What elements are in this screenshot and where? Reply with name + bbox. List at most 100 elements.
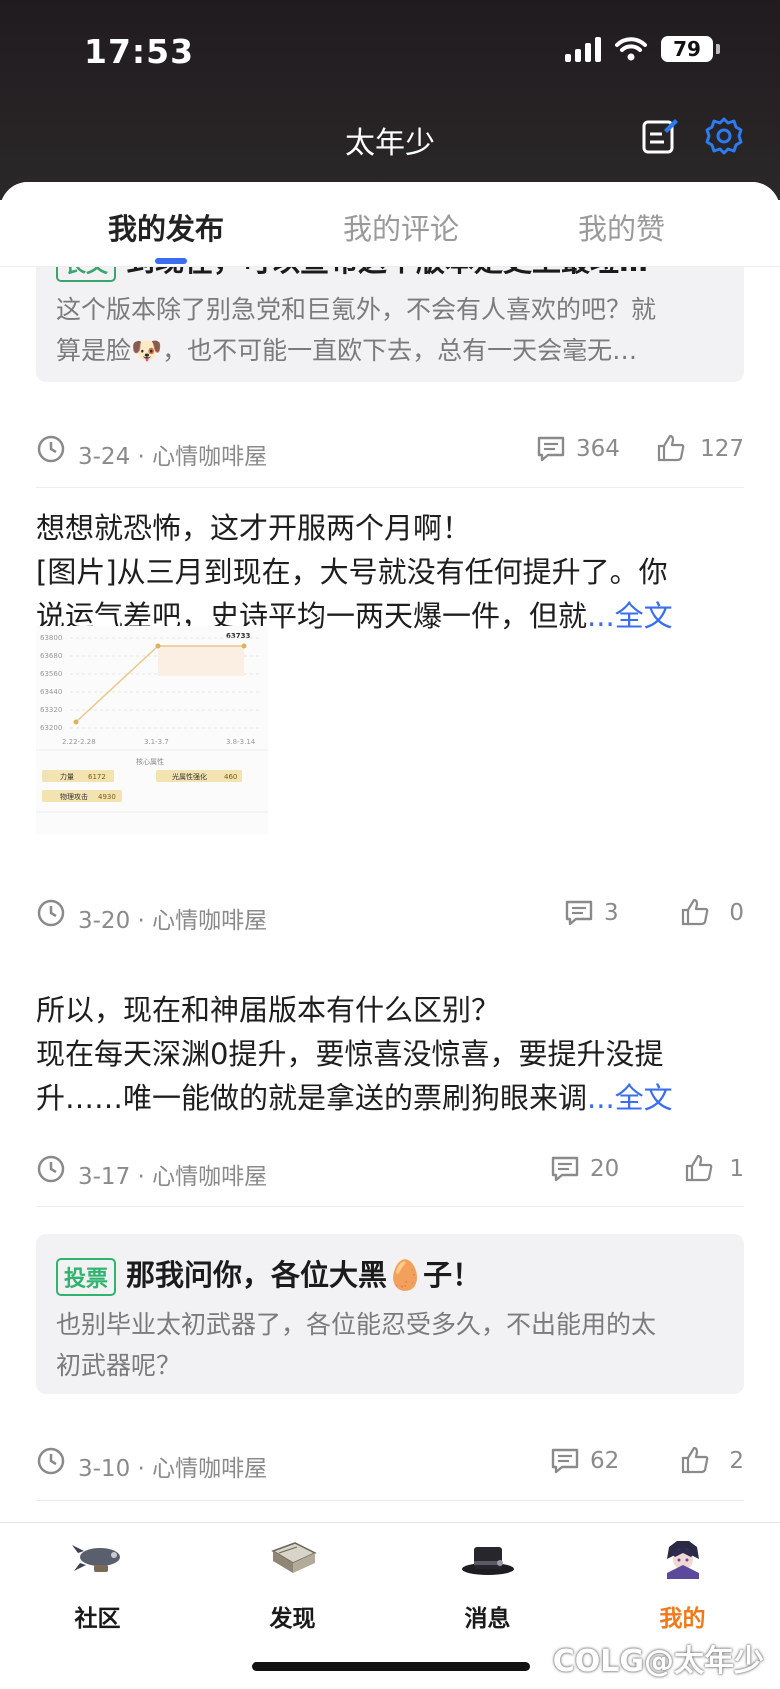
vote-card[interactable]: 投票 那我问你，各位大黑🥚子！ 也别毕业太初武器了，各位能忍受多久，不出能用的太 … — [36, 1234, 744, 1394]
post-date: 3-17 — [78, 1164, 131, 1190]
comment-count: 3 — [604, 900, 619, 926]
tab-my-comments[interactable]: 我的评论 — [343, 206, 459, 248]
chart-y-tick: 63800 — [40, 634, 62, 642]
post-board: 心情咖啡屋 — [152, 908, 268, 934]
post-headline: 所以，现在和神届版本有什么区别？ — [36, 993, 501, 1027]
watermark: COLG@太年少 — [552, 1644, 764, 1679]
post-board: 心情咖啡屋 — [152, 444, 268, 470]
comment-icon[interactable] — [564, 898, 594, 928]
edit-icon[interactable] — [640, 116, 680, 156]
top-hat-icon — [462, 1547, 514, 1575]
stat-chart-image: 63800 63680 63560 63440 63320 63200 2.22… — [36, 632, 268, 813]
stat-name: 力量 — [60, 772, 74, 781]
like-count: 1 — [729, 1156, 744, 1182]
chart-x-tick: 2.22-2.28 — [62, 738, 96, 746]
chart-y-tick: 63320 — [40, 706, 62, 714]
chart-y-tick: 63200 — [40, 724, 62, 732]
nav-discover[interactable]: 发现 — [195, 1523, 390, 1643]
article-card[interactable]: 长文到现在，可以宣布这个版本是史上最垃… 这个版本除了别急党和巨氪外，不会有人喜… — [36, 266, 744, 382]
egg-emoji-icon: 🥚 — [387, 1258, 424, 1292]
chart-y-tick: 63560 — [40, 670, 62, 678]
read-more-link[interactable]: ...全文 — [587, 599, 673, 633]
chart-x-tick: 3.8-3.14 — [226, 738, 256, 746]
dog-emoji-icon: 🐶 — [131, 336, 163, 365]
chart-peak-label: 63733 — [226, 632, 250, 640]
nav-me[interactable]: 我的 — [585, 1523, 780, 1643]
post-meta: 3-24 · 心情咖啡屋 364 127 — [36, 430, 744, 470]
post-meta: 3-20 · 心情咖啡屋 3 0 — [36, 894, 744, 934]
home-indicator[interactable] — [252, 1662, 530, 1671]
vote-description: 也别毕业太初武器了，各位能忍受多久，不出能用的太 初武器呢？ — [56, 1310, 657, 1380]
article-excerpt: 这个版本除了别急党和巨氪外，不会有人喜欢的吧？就 算是脸🐶，也不可能一直欧下去，… — [56, 295, 657, 365]
status-time: 17:53 — [84, 32, 195, 71]
stat-value: 4930 — [98, 793, 116, 801]
post-feed[interactable]: 长文到现在，可以宣布这个版本是史上最垃… 这个版本除了别急党和巨氪外，不会有人喜… — [0, 266, 780, 1522]
article-title: 到现在，可以宣布这个版本是史上最垃… — [126, 266, 648, 278]
thumbs-up-icon[interactable] — [680, 897, 710, 927]
post-headline: 想想就恐怖，这才开服两个月啊！ — [36, 511, 472, 545]
comment-icon[interactable] — [550, 1154, 580, 1184]
chart-x-tick: 3.1-3.7 — [144, 738, 169, 746]
like-count: 2 — [729, 1448, 744, 1474]
post-date: 3-24 — [78, 444, 131, 470]
nav-community[interactable]: 社区 — [0, 1523, 195, 1643]
like-count: 127 — [700, 436, 744, 462]
thumbs-up-icon[interactable] — [656, 433, 686, 463]
battery-icon: 79 — [661, 36, 720, 62]
post-date: 3-10 — [78, 1456, 131, 1482]
comment-icon[interactable] — [550, 1446, 580, 1476]
top-bar: 17:53 79 太年少 — [0, 0, 780, 200]
post-image-thumbnail[interactable]: 63800 63680 63560 63440 63320 63200 2.22… — [36, 626, 268, 834]
airship-icon — [72, 1545, 120, 1572]
thumbs-up-icon[interactable] — [684, 1153, 714, 1183]
divider — [36, 1500, 744, 1501]
stat-name: 物理攻击 — [60, 792, 88, 801]
book-icon — [271, 1542, 317, 1573]
wifi-icon — [615, 37, 647, 61]
long-article-tag: 长文 — [56, 266, 117, 282]
chart-y-tick: 63680 — [40, 652, 62, 660]
post-text[interactable]: 想想就恐怖，这才开服两个月啊！ [图片]从三月到现在，大号就没有任何提升了。你 … — [36, 506, 748, 638]
post-board: 心情咖啡屋 — [152, 1456, 268, 1482]
chart-y-tick: 63440 — [40, 688, 62, 696]
chart-highlight — [158, 646, 244, 676]
clock-icon — [37, 1447, 65, 1475]
post-meta: 3-17 · 心情咖啡屋 20 1 — [36, 1150, 744, 1190]
clock-icon — [37, 435, 65, 463]
thumbs-up-icon[interactable] — [680, 1445, 710, 1475]
battery-level: 79 — [661, 36, 713, 62]
like-count: 0 — [729, 900, 744, 926]
nav-label: 发现 — [269, 1606, 316, 1632]
nav-label: 消息 — [464, 1606, 511, 1632]
post-board: 心情咖啡屋 — [152, 1164, 268, 1190]
comment-count: 364 — [576, 436, 620, 462]
comment-icon[interactable] — [536, 434, 566, 464]
tab-my-likes[interactable]: 我的赞 — [578, 206, 665, 248]
comment-count: 20 — [590, 1156, 620, 1182]
vote-tag: 投票 — [56, 1258, 117, 1296]
avatar-icon — [667, 1541, 699, 1579]
divider — [36, 487, 744, 488]
stat-name: 光属性强化 — [172, 772, 207, 781]
clock-icon — [37, 899, 65, 927]
chart-caption: 核心属性 — [136, 757, 164, 766]
comment-count: 62 — [590, 1448, 620, 1474]
gear-icon[interactable] — [704, 116, 744, 156]
nav-label: 社区 — [74, 1606, 121, 1632]
post-date: 3-20 — [78, 908, 131, 934]
tab-bar: 我的发布 我的评论 我的赞 — [0, 182, 780, 267]
cellular-signal-icon — [565, 36, 601, 62]
post-text[interactable]: 所以，现在和神届版本有什么区别？ 现在每天深渊0提升，要惊喜没惊喜，要提升没提 … — [36, 988, 748, 1120]
tab-my-posts[interactable]: 我的发布 — [108, 206, 224, 248]
divider — [36, 1206, 744, 1207]
read-more-link[interactable]: ...全文 — [587, 1081, 673, 1115]
nav-messages[interactable]: 消息 — [390, 1523, 585, 1643]
clock-icon — [37, 1155, 65, 1183]
nav-label: 我的 — [659, 1606, 706, 1632]
stat-value: 6172 — [88, 773, 106, 781]
status-icons: 79 — [565, 36, 720, 62]
tab-indicator — [155, 258, 187, 264]
post-meta: 3-10 · 心情咖啡屋 62 2 — [36, 1442, 744, 1482]
vote-title: 那我问你，各位大黑 — [126, 1258, 388, 1292]
content-sheet: 我的发布 我的评论 我的赞 长文到现在，可以宣布这个版本是史上最垃… 这个版本除… — [0, 182, 780, 1688]
